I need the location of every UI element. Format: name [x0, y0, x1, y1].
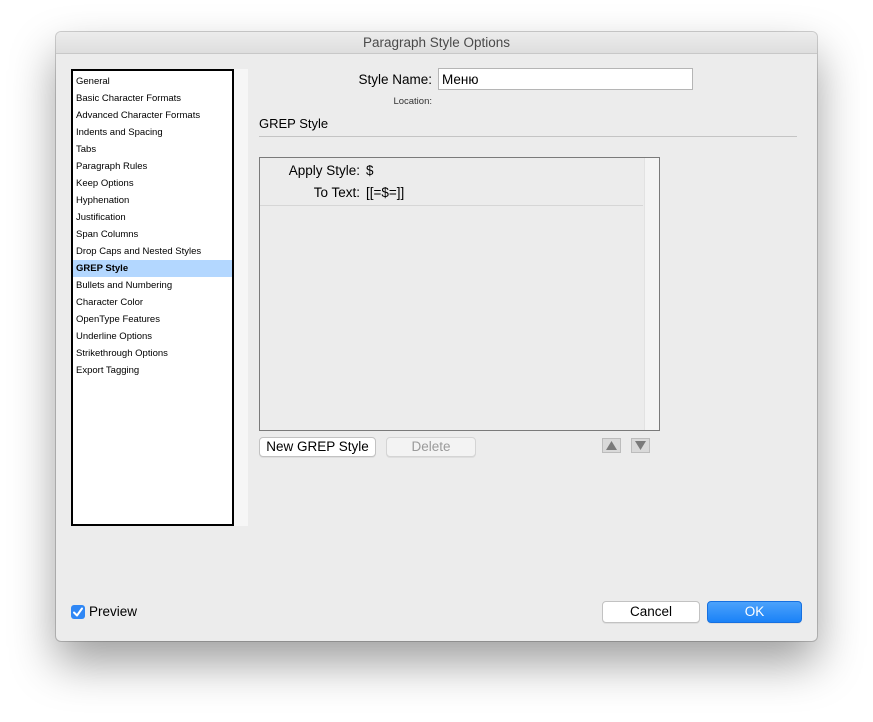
to-text-value[interactable]: [[=$=]]: [366, 185, 404, 200]
category-item-justification[interactable]: Justification: [73, 209, 232, 226]
section-title: GREP Style: [259, 116, 329, 131]
new-grep-style-button[interactable]: New GREP Style: [259, 437, 376, 457]
triangle-up-icon: [606, 441, 617, 450]
category-list[interactable]: General Basic Character Formats Advanced C…: [71, 69, 234, 526]
category-item-bullets-and-numbering[interactable]: Bullets and Numbering: [73, 277, 232, 294]
ok-button[interactable]: OK: [707, 601, 802, 623]
move-up-button[interactable]: [602, 438, 621, 453]
category-item-keep-options[interactable]: Keep Options: [73, 175, 232, 192]
category-item-grep-style[interactable]: GREP Style: [73, 260, 232, 277]
category-item-indents-and-spacing[interactable]: Indents and Spacing: [73, 124, 232, 141]
paragraph-style-options-dialog: Paragraph Style Options General Basic Cha…: [56, 32, 817, 641]
cancel-button[interactable]: Cancel: [602, 601, 700, 623]
style-name-label: Style Name:: [358, 72, 432, 87]
category-item-tabs[interactable]: Tabs: [73, 141, 232, 158]
apply-style-label: Apply Style:: [288, 163, 360, 178]
apply-style-row: Apply Style: $: [260, 162, 374, 180]
category-item-export-tagging[interactable]: Export Tagging: [73, 362, 232, 379]
preview-label[interactable]: Preview: [89, 604, 137, 620]
triangle-down-icon: [635, 441, 646, 450]
category-item-advanced-character-formats[interactable]: Advanced Character Formats: [73, 107, 232, 124]
delete-button[interactable]: Delete: [386, 437, 476, 457]
category-item-hyphenation[interactable]: Hyphenation: [73, 192, 232, 209]
move-down-button[interactable]: [631, 438, 650, 453]
location-label: Location:: [393, 96, 432, 107]
category-item-basic-character-formats[interactable]: Basic Character Formats: [73, 90, 232, 107]
category-item-span-columns[interactable]: Span Columns: [73, 226, 232, 243]
checkmark-icon: [73, 607, 83, 617]
to-text-label: To Text:: [313, 185, 360, 200]
category-item-general[interactable]: General: [73, 73, 232, 90]
style-name-input[interactable]: [438, 68, 693, 90]
preview-checkbox[interactable]: [71, 605, 85, 619]
category-item-strikethrough-options[interactable]: Strikethrough Options: [73, 345, 232, 362]
category-item-character-color[interactable]: Character Color: [73, 294, 232, 311]
category-item-drop-caps-and-nested-styles[interactable]: Drop Caps and Nested Styles: [73, 243, 232, 260]
category-item-opentype-features[interactable]: OpenType Features: [73, 311, 232, 328]
grep-style-entry[interactable]: Apply Style: $ To Text: [[=$=]]: [260, 158, 643, 206]
category-item-underline-options[interactable]: Underline Options: [73, 328, 232, 345]
grep-style-list[interactable]: Apply Style: $ To Text: [[=$=]]: [259, 157, 660, 431]
grep-list-scrollbar[interactable]: [644, 158, 659, 430]
window-title: Paragraph Style Options: [56, 32, 817, 54]
category-item-paragraph-rules[interactable]: Paragraph Rules: [73, 158, 232, 175]
category-list-gutter: [234, 69, 248, 526]
to-text-row: To Text: [[=$=]]: [260, 184, 405, 202]
apply-style-value[interactable]: $: [366, 163, 374, 178]
section-divider: [259, 136, 797, 137]
